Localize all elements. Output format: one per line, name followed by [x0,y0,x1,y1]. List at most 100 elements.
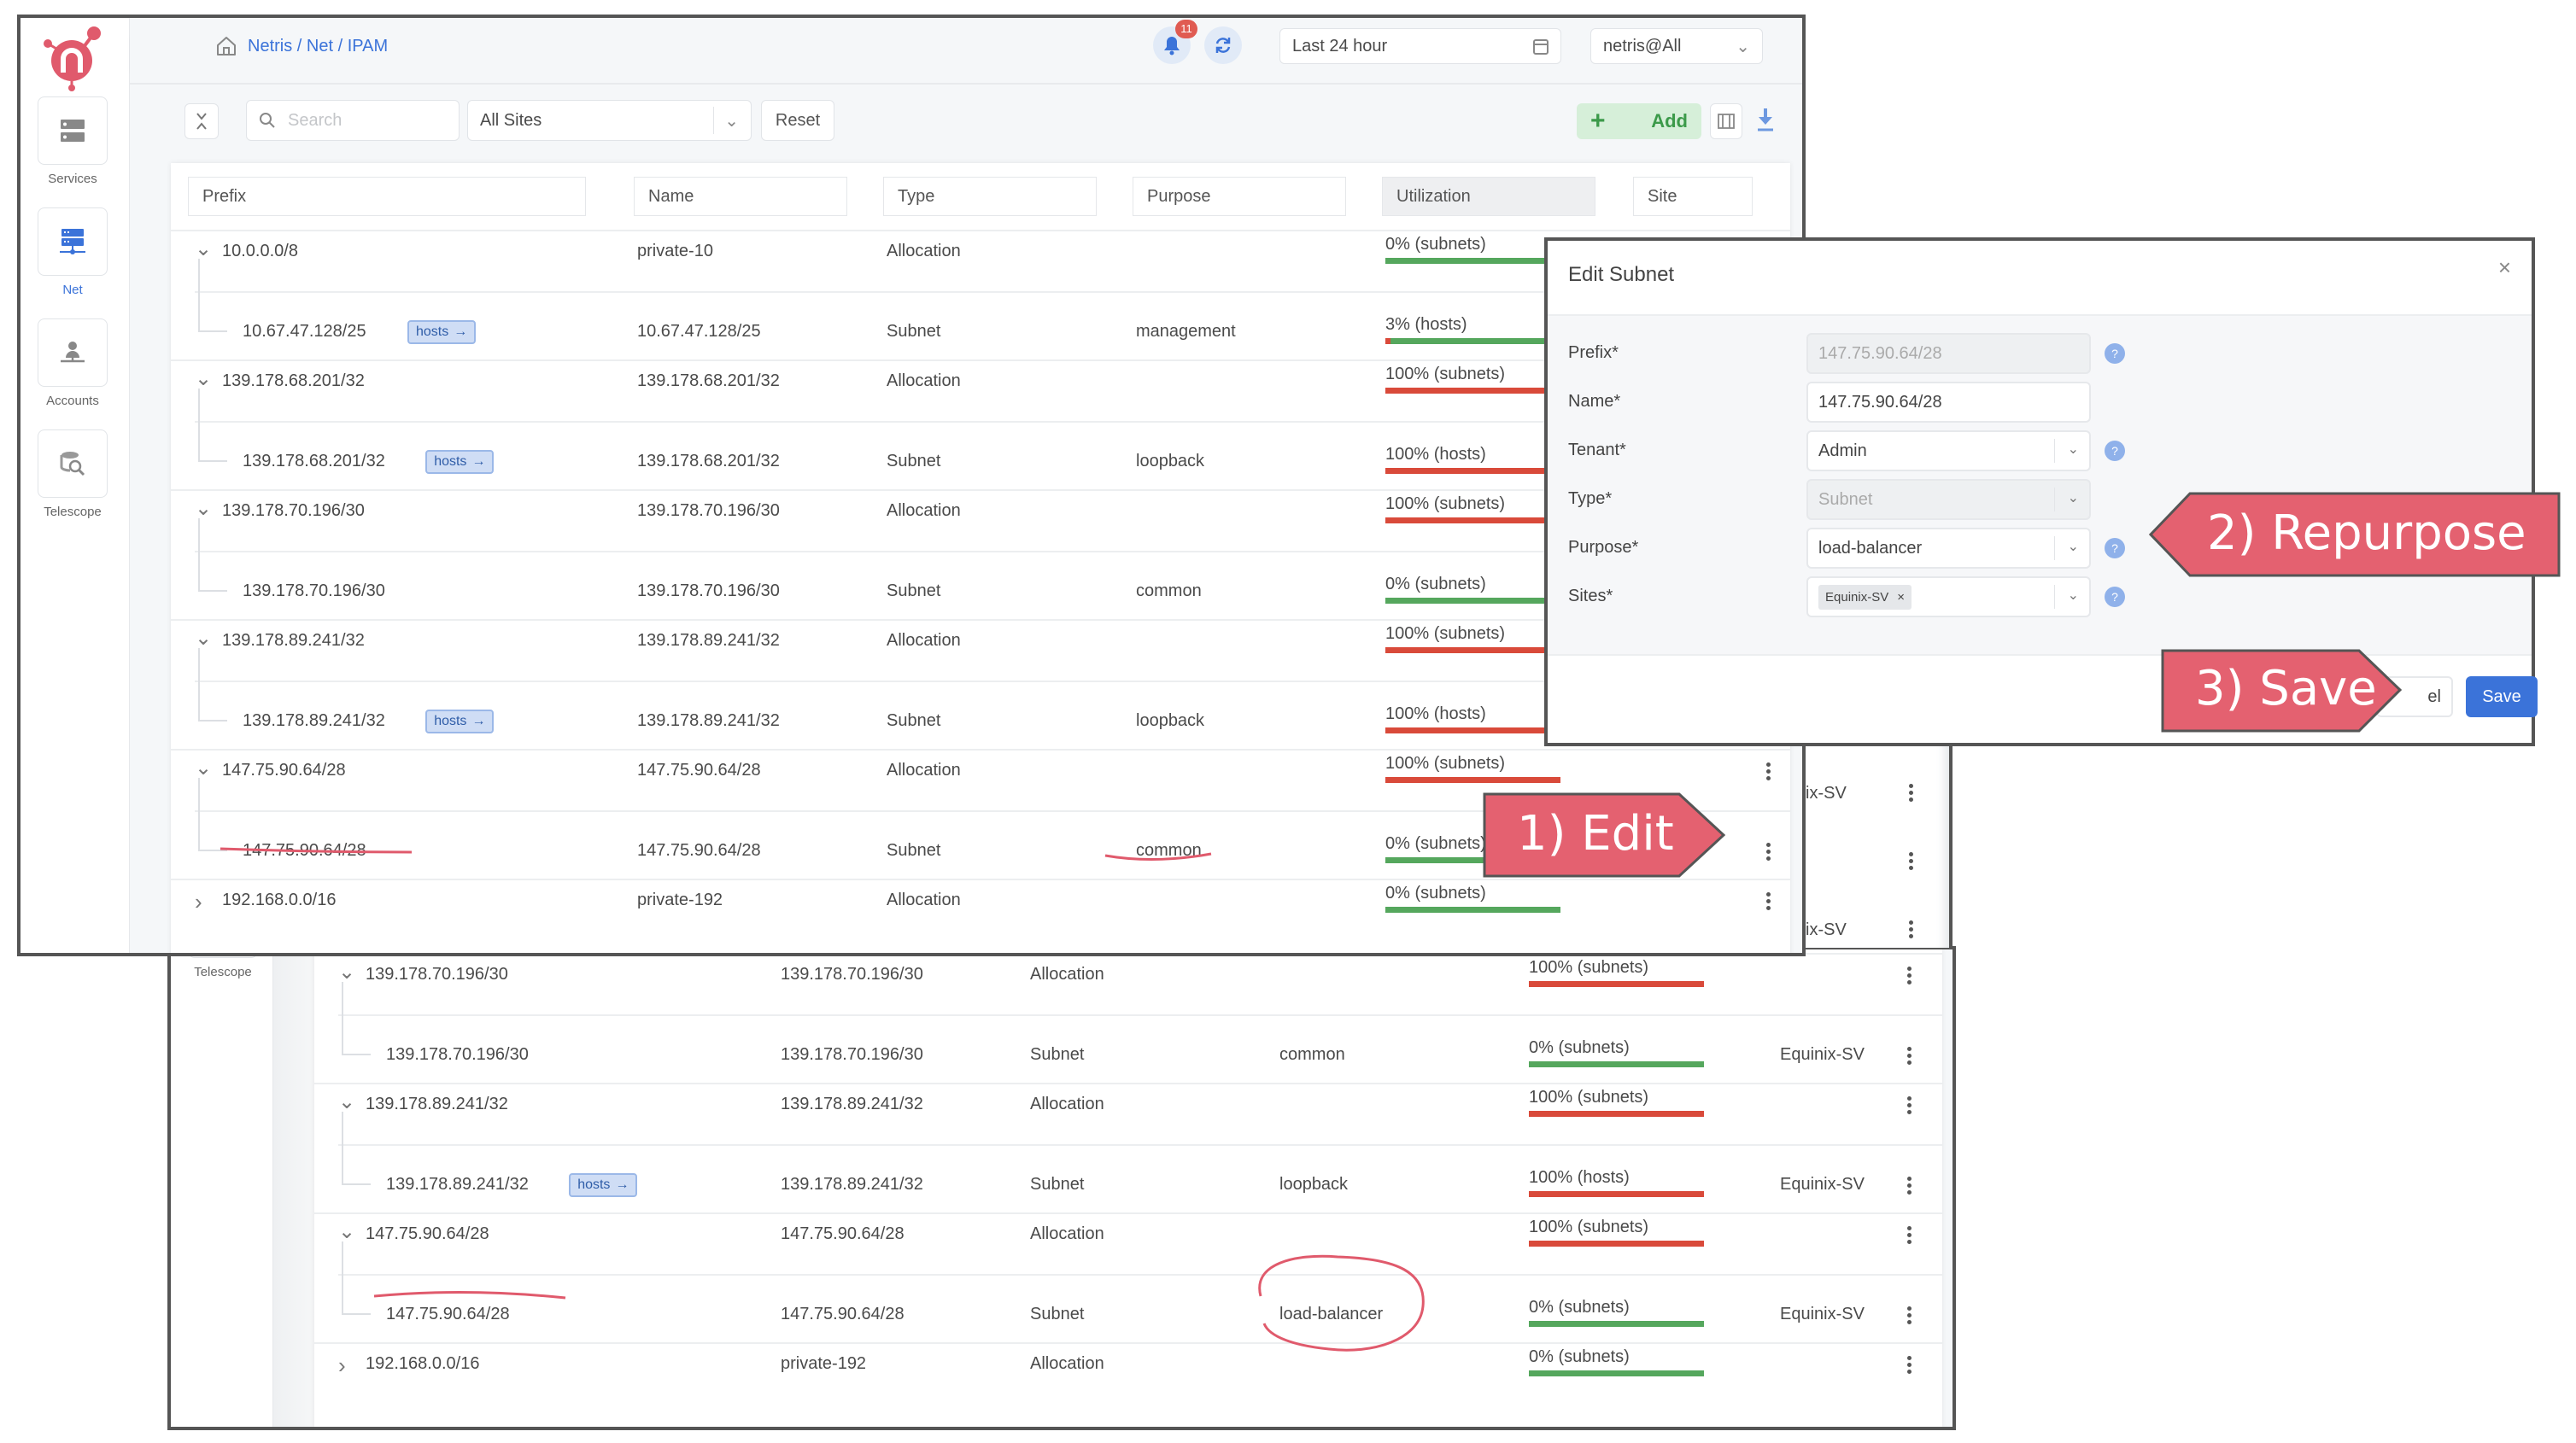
prefix-cell[interactable]: 10.67.47.128/25 [243,322,366,342]
prefix-cell[interactable]: 139.178.68.201/32 [222,371,365,391]
help-icon[interactable]: ? [2105,343,2125,364]
allocation-row[interactable]: › 192.168.0.0/16 private-192 Allocation 0% (… [314,1342,1942,1404]
utilization-fill [1529,1191,1704,1197]
chevron-down-icon[interactable]: ⌄ [338,1090,355,1114]
prefix-cell[interactable]: 139.178.89.241/32 [366,1095,508,1114]
help-icon[interactable]: ? [2105,538,2125,558]
name-cell: private-192 [781,1354,867,1373]
search-input[interactable]: Search [246,100,460,141]
prefix-cell[interactable]: 147.75.90.64/28 [366,1224,489,1244]
allocation-row[interactable]: ⌄ 147.75.90.64/28 147.75.90.64/28 Allocatio… [314,1212,1942,1274]
row-actions-menu-icon[interactable] [1905,1356,1913,1374]
reset-button[interactable]: Reset [761,100,834,141]
prefix-cell[interactable]: 139.178.68.201/32 [243,452,385,471]
type-cell: Subnet [1030,1045,1085,1064]
save-button[interactable]: Save [2466,676,2538,717]
prefix-cell[interactable]: 147.75.90.64/28 [386,1305,510,1324]
column-header-type[interactable]: Type [883,177,1097,216]
hosts-button[interactable]: hosts → [569,1173,638,1197]
prefix-cell[interactable]: 139.178.70.196/30 [366,965,508,984]
chevron-right-icon[interactable]: › [338,1352,346,1379]
name-input[interactable]: 147.75.90.64/28 [1806,382,2091,423]
column-header-utilization[interactable]: Utilization [1382,177,1595,216]
utilization-fill [1385,517,1560,523]
prefix-cell[interactable]: 147.75.90.64/28 [222,761,346,780]
hosts-button[interactable]: hosts → [425,450,495,474]
row-actions-menu-icon[interactable] [1905,1047,1913,1065]
close-icon[interactable]: × [2498,254,2511,281]
chevron-down-icon[interactable]: ⌄ [195,756,212,780]
remove-tag-icon[interactable]: × [1897,590,1905,605]
tenant-select[interactable]: Admin ⌄ [1806,430,2091,471]
sidebar-item-telescope[interactable]: Telescope [38,429,108,519]
row-actions-menu-icon[interactable] [1905,1096,1913,1114]
prefix-cell[interactable]: 139.178.70.196/30 [243,581,385,601]
sites-select[interactable]: Equinix-SV × ⌄ [1806,576,2091,617]
column-header-purpose[interactable]: Purpose [1133,177,1346,216]
sidebar-item-accounts[interactable]: Accounts [38,318,108,408]
site-filter-select[interactable]: All Sites ⌄ [467,100,752,141]
subnet-row[interactable]: 147.75.90.64/28 147.75.90.64/28 Subnet load… [338,1241,1942,1342]
chevron-down-icon[interactable]: ⌄ [195,366,212,391]
column-header-name[interactable]: Name [634,177,847,216]
chevron-right-icon[interactable]: › [195,889,202,915]
prefix-cell[interactable]: 192.168.0.0/16 [222,891,336,910]
utilization-bar [1385,598,1560,604]
row-actions-menu-icon[interactable] [1905,967,1913,984]
chevron-down-icon[interactable]: ⌄ [195,496,212,521]
prefix-cell[interactable]: 139.178.89.241/32 [243,711,385,731]
tenant-select[interactable]: netris@All ⌄ [1590,28,1763,64]
prefix-cell[interactable]: 139.178.89.241/32 [386,1175,529,1195]
row-actions-menu-icon[interactable] [1764,762,1772,780]
ipam-table: ⌄ 139.178.70.196/30 139.178.70.196/30 Alloc… [314,949,1942,1427]
subnet-row[interactable]: 139.178.89.241/32 hosts → 139.178.89.241/32… [338,1112,1942,1212]
help-icon[interactable]: ? [2105,587,2125,607]
prefix-cell[interactable]: 10.0.0.0/8 [222,242,298,261]
help-icon[interactable]: ? [2105,441,2125,461]
chevron-down-icon[interactable]: ⌄ [338,1219,355,1244]
hosts-button[interactable]: hosts → [425,710,495,733]
chevron-down-icon[interactable]: ⌄ [338,960,355,984]
prefix-cell[interactable]: 139.178.89.241/32 [222,631,365,651]
prefix-cell[interactable]: 139.178.70.196/30 [222,501,365,521]
notification-badge: 11 [1175,20,1197,38]
row-actions-menu-icon[interactable] [1905,1177,1913,1195]
utilization-label: 100% (subnets) [1385,494,1506,513]
subnet-row[interactable]: 139.178.70.196/30 139.178.70.196/30 Subnet… [338,982,1942,1083]
row-actions-menu-icon[interactable] [1906,784,1915,802]
allocation-row[interactable]: › 192.168.0.0/16 private-192 Allocation 0% (… [171,879,1790,940]
home-icon[interactable] [215,35,237,57]
row-actions-menu-icon[interactable] [1764,843,1772,861]
row-actions-menu-icon[interactable] [1906,920,1915,938]
add-button[interactable]: + Add [1577,103,1701,139]
prefix-cell[interactable]: 192.168.0.0/16 [366,1354,479,1374]
chevron-down-icon[interactable]: ⌄ [195,237,212,261]
columns-button[interactable] [1710,103,1742,139]
notifications-button[interactable]: 11 [1153,20,1197,64]
row-actions-menu-icon[interactable] [1764,892,1772,910]
tree-connector [198,518,227,592]
purpose-cell: management [1136,322,1236,341]
purpose-select[interactable]: load-balancer ⌄ [1806,528,2091,569]
allocation-row[interactable]: ⌄ 139.178.70.196/30 139.178.70.196/30 Alloc… [314,953,1942,1014]
collapse-all-button[interactable] [184,103,219,139]
download-button[interactable] [1756,107,1775,137]
sidebar-item-services[interactable]: Services [38,96,108,186]
utilization-fill [1385,338,1391,344]
allocation-row[interactable]: ⌄ 139.178.89.241/32 139.178.89.241/32 Alloc… [314,1083,1942,1144]
refresh-button[interactable] [1204,26,1242,64]
column-header-site[interactable]: Site [1633,177,1753,216]
prefix-cell[interactable]: 147.75.90.64/28 [243,841,366,861]
column-header-prefix[interactable]: Prefix [188,177,586,216]
row-actions-menu-icon[interactable] [1906,852,1915,870]
row-actions-menu-icon[interactable] [1905,1306,1913,1324]
hosts-button[interactable]: hosts → [407,320,477,344]
sidebar-item-net[interactable]: Net [38,207,108,297]
time-range-picker[interactable]: Last 24 hour [1279,28,1561,64]
utilization-label: 100% (subnets) [1385,754,1506,773]
prefix-cell[interactable]: 139.178.70.196/30 [386,1045,529,1065]
breadcrumb-path[interactable]: Netris / Net / IPAM [248,37,388,56]
utilization-cell: 0% (subnets) [1385,884,1560,913]
chevron-down-icon[interactable]: ⌄ [195,626,212,651]
row-actions-menu-icon[interactable] [1905,1226,1913,1244]
